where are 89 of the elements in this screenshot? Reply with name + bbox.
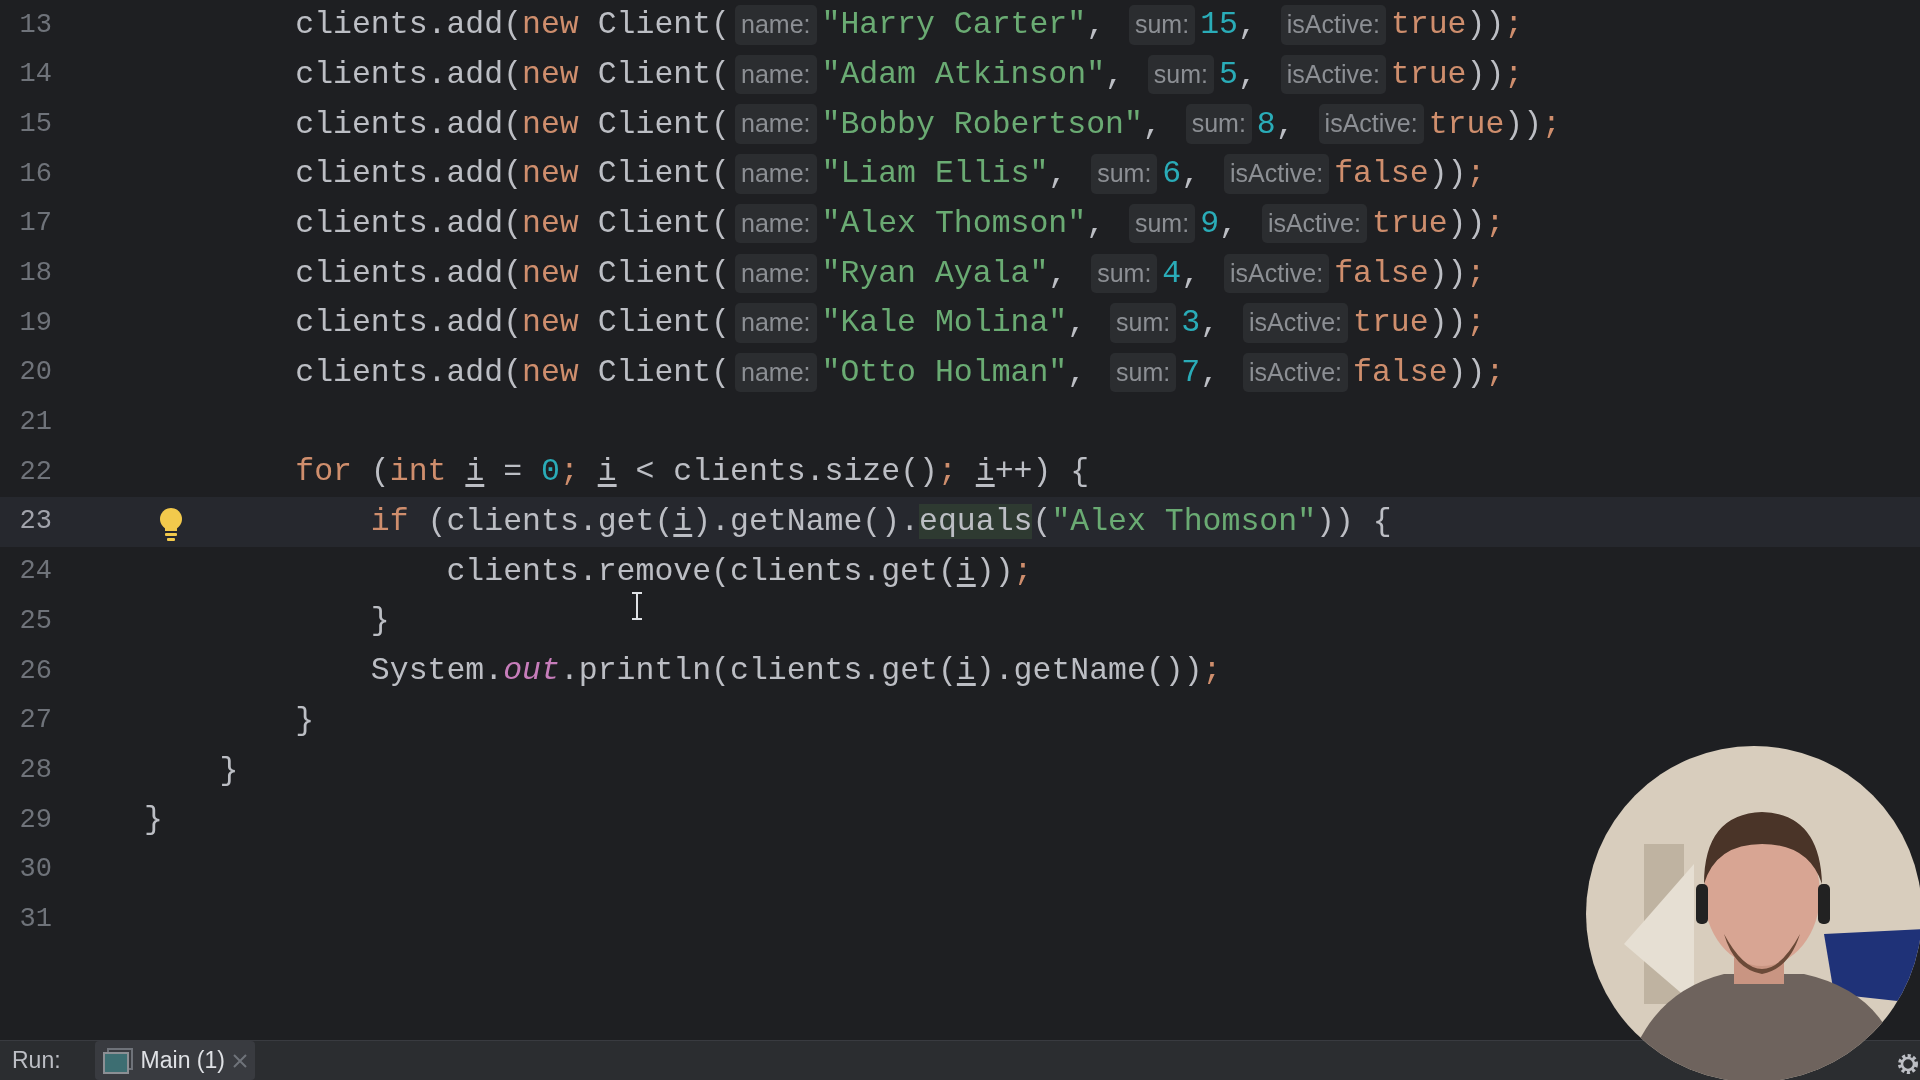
parameter-hint: name: (735, 54, 817, 95)
settings-icon[interactable] (1896, 1052, 1920, 1076)
line-number: 23 (18, 505, 52, 539)
line-number: 14 (18, 58, 52, 92)
run-tab[interactable]: Main (1) (94, 1041, 255, 1080)
parameter-hint: sum: (1091, 154, 1158, 194)
line-number: 25 (18, 604, 52, 638)
parameter-hint: name: (735, 104, 817, 144)
code-text: "Liam Ellis", (821, 155, 1069, 194)
run-label: Run: (12, 1046, 61, 1076)
line-number: 17 (18, 207, 52, 241)
parameter-hint: sum: (1110, 303, 1177, 343)
line-number: 24 (18, 555, 52, 589)
parameter-hint: isActive: (1261, 203, 1367, 244)
code-text: clients.add(new Client( (294, 105, 730, 144)
code-text: "Kale Molina", (821, 304, 1088, 343)
code-text: "Otto Holman", (821, 354, 1088, 393)
code-text: 4, (1162, 254, 1202, 293)
parameter-hint: sum: (1110, 352, 1177, 393)
code-text: clients.add(new Client( (294, 354, 730, 393)
code-text: "Adam Atkinson", (821, 55, 1125, 94)
code-text: clients.add(new Client( (294, 155, 730, 194)
code-line: System.out.println(clients.get(i).getName()); (369, 652, 1222, 691)
code-text: false)); (1353, 354, 1505, 393)
parameter-hint: isActive: (1318, 104, 1424, 144)
code-line: clients.remove(clients.get(i)); (445, 552, 1033, 591)
parameter-hint: isActive: (1280, 54, 1386, 95)
line-number: 21 (18, 406, 52, 440)
text-cursor-icon (630, 592, 644, 620)
line-number: 27 (18, 704, 52, 738)
parameter-hint: name: (735, 352, 817, 393)
code-text: true)); (1371, 204, 1505, 243)
code-text: "Harry Carter", (821, 6, 1107, 45)
code-text: 9, (1200, 204, 1239, 243)
code-text: clients.add(new Client( (294, 204, 730, 243)
parameter-hint: name: (735, 303, 817, 343)
line-number: 18 (18, 257, 52, 291)
console-icon (102, 1047, 133, 1074)
code-text: false)); (1334, 254, 1486, 293)
parameter-hint: name: (735, 154, 817, 194)
code-text: 6, (1162, 155, 1202, 194)
code-line: } (294, 701, 315, 740)
code-text: 15, (1200, 6, 1258, 45)
code-text: 3, (1181, 304, 1221, 343)
code-line: for (int i = 0; i < clients.size(); i++) { (294, 453, 1090, 492)
code-text: clients.add(new Client( (294, 304, 730, 343)
parameter-hint: isActive: (1242, 352, 1349, 393)
code-line: } (369, 602, 390, 641)
parameter-hint: sum: (1091, 253, 1158, 294)
code-line: } (218, 751, 239, 790)
code-text: "Ryan Ayala", (821, 254, 1069, 293)
line-number: 20 (18, 356, 52, 390)
code-text: clients.add(new Client( (294, 55, 730, 94)
code-line: } (144, 801, 163, 840)
line-number: 30 (18, 853, 52, 887)
parameter-hint: isActive: (1224, 253, 1330, 294)
parameter-hint: sum: (1185, 104, 1252, 144)
code-text: 5, (1219, 55, 1258, 94)
code-text: false)); (1334, 155, 1486, 194)
parameter-hint: isActive: (1242, 303, 1349, 343)
parameter-hint: sum: (1128, 203, 1196, 244)
line-number: 31 (18, 902, 52, 936)
code-line: if (clients.get(i).getName().equals("Alex Thomson")) { (369, 503, 1392, 542)
parameter-hint: isActive: (1280, 5, 1386, 45)
parameter-hint: name: (735, 5, 817, 45)
code-text: 7, (1181, 354, 1221, 393)
line-number: 19 (18, 306, 52, 340)
code-text: true)); (1390, 6, 1524, 45)
line-number: 15 (18, 107, 52, 141)
parameter-hint: name: (735, 203, 817, 244)
line-number: 28 (18, 753, 52, 787)
line-number: 13 (18, 8, 52, 42)
code-text: "Alex Thomson", (821, 204, 1107, 243)
code-text: 8, (1256, 105, 1296, 144)
parameter-hint: sum: (1147, 54, 1215, 95)
line-number: 29 (18, 803, 52, 837)
line-number: 16 (18, 157, 52, 191)
parameter-hint: name: (735, 253, 817, 294)
code-text: true)); (1353, 304, 1486, 343)
parameter-hint: sum: (1128, 5, 1196, 45)
lightbulb-icon[interactable] (158, 508, 184, 543)
code-text: true)); (1390, 55, 1524, 94)
line-number: 26 (18, 654, 52, 688)
code-text: true)); (1428, 105, 1561, 144)
parameter-hint: isActive: (1224, 154, 1330, 194)
code-text: "Bobby Robertson", (821, 105, 1163, 144)
line-number: 22 (18, 455, 52, 489)
code-text: clients.add(new Client( (294, 6, 730, 45)
code-text: clients.add(new Client( (294, 254, 730, 293)
